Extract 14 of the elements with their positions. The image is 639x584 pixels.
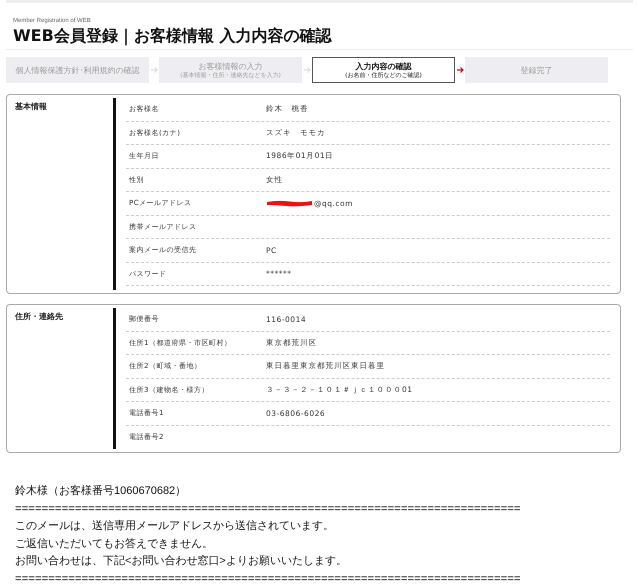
progress-step: 登録完了	[465, 57, 608, 83]
arrow-icon	[304, 67, 310, 73]
separator-line: ============================================================================	[15, 502, 521, 514]
arrow-icon	[150, 67, 158, 73]
email-text: このメールは、送信専用メールアドレスから送信されています。	[15, 520, 334, 532]
section-title: 住所・連絡先	[15, 312, 63, 321]
email-text: お問い合わせは、下記<お問い合わせ窓口>よりお願いいたします。	[15, 555, 347, 567]
email-text: ご返信いただいてもお答えできません。	[15, 538, 213, 550]
email-text: 鈴木様（お客様番号1060670682）	[15, 485, 186, 497]
section-title: 基本情報	[15, 102, 47, 111]
page-title: WEB会員登録｜お客様情報 入力内容の確認	[13, 26, 332, 46]
separator-line: ============================================================================	[15, 572, 521, 584]
arrow-icon	[456, 67, 464, 73]
progress-step: 個人情報保護方針･利用規約の確認	[6, 57, 149, 83]
